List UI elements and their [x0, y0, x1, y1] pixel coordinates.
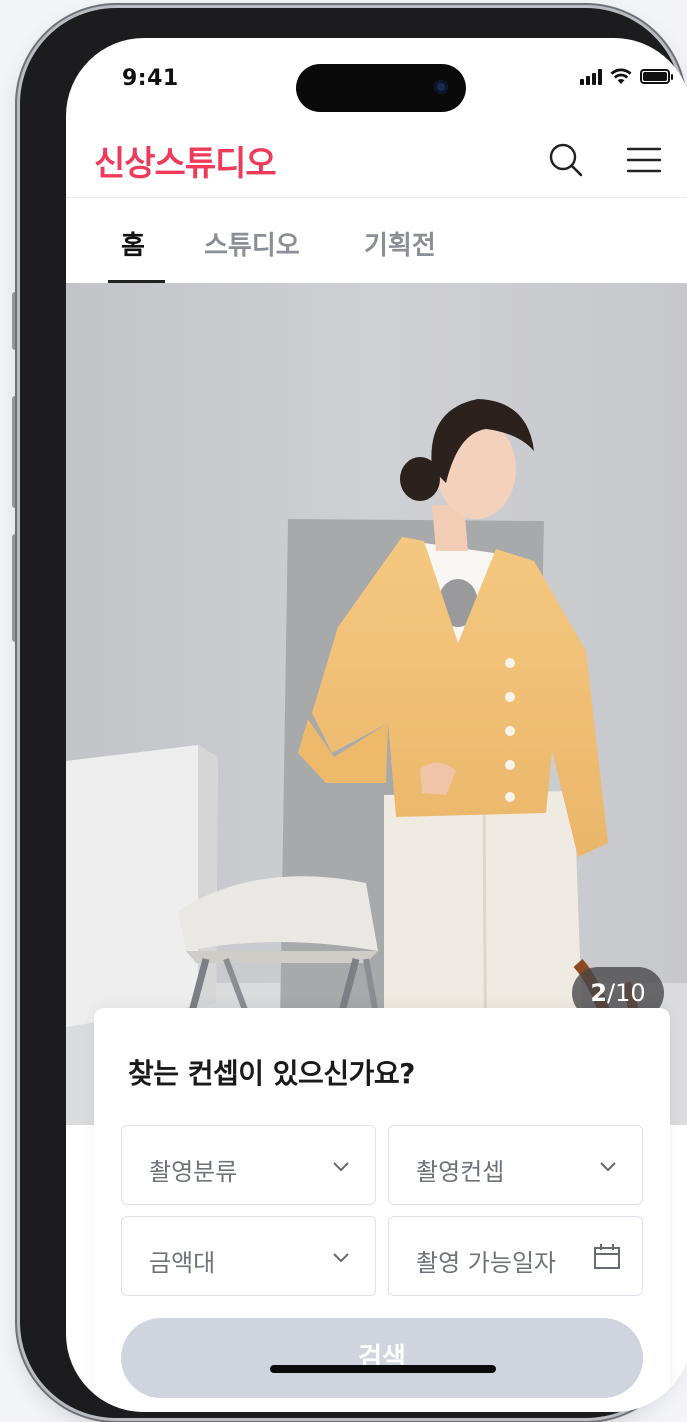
- concept-search-card: 찾는 컨셉이 있으신가요? 촬영분류 촬영컨셉 금액대 촬영 가능일자 검색: [94, 1008, 670, 1412]
- search-icon[interactable]: [546, 140, 586, 180]
- price-range-select[interactable]: 금액대: [121, 1216, 376, 1296]
- battery-level: [643, 72, 667, 81]
- dynamic-island: [296, 64, 466, 112]
- phone-screen: 9:41 신상스튜디오 홈 스튜디오 기획전 2/10 찾는 컨셉이 있으신가요…: [66, 38, 687, 1412]
- app-header: 신상스튜디오: [66, 122, 687, 198]
- shoot-category-label: 촬영분류: [149, 1158, 238, 1186]
- shoot-category-select[interactable]: 촬영분류: [121, 1125, 376, 1205]
- wifi-icon: [610, 68, 632, 84]
- chevron-down-icon: [333, 1162, 349, 1172]
- status-time: 9:41: [122, 66, 179, 91]
- chevron-down-icon: [333, 1253, 349, 1263]
- chevron-down-icon: [600, 1162, 616, 1172]
- hamburger-menu-icon[interactable]: [624, 140, 664, 180]
- front-camera-icon: [434, 80, 448, 94]
- carousel-current: 2: [590, 979, 608, 1007]
- calendar-icon: [594, 1244, 620, 1269]
- home-indicator[interactable]: [270, 1365, 496, 1373]
- volume-down-button: [12, 534, 18, 642]
- carousel-total: 10: [615, 979, 646, 1007]
- tab-exhibition[interactable]: 기획전: [364, 225, 436, 262]
- action-button: [12, 292, 18, 350]
- shoot-concept-label: 촬영컨셉: [416, 1158, 505, 1186]
- available-date-label: 촬영 가능일자: [416, 1249, 557, 1277]
- status-icons: [580, 68, 673, 85]
- carousel-separator: /: [607, 979, 616, 1007]
- nav-tabs: 홈 스튜디오 기획전: [66, 199, 687, 283]
- price-range-label: 금액대: [149, 1249, 216, 1277]
- cellular-signal-icon: [580, 68, 602, 85]
- battery-icon: [640, 69, 673, 84]
- tab-home[interactable]: 홈: [121, 225, 145, 262]
- tab-studio[interactable]: 스튜디오: [204, 225, 300, 262]
- search-card-title: 찾는 컨셉이 있으신가요?: [128, 1057, 415, 1090]
- available-date-picker[interactable]: 촬영 가능일자: [388, 1216, 643, 1296]
- volume-up-button: [12, 396, 18, 508]
- brand-logo[interactable]: 신상스튜디오: [94, 136, 277, 185]
- shoot-concept-select[interactable]: 촬영컨셉: [388, 1125, 643, 1205]
- hero-carousel[interactable]: 2/10: [66, 283, 687, 1125]
- phone-frame: 9:41 신상스튜디오 홈 스튜디오 기획전 2/10 찾는 컨셉이 있으신가요…: [20, 8, 687, 1418]
- search-button[interactable]: 검색: [121, 1318, 643, 1398]
